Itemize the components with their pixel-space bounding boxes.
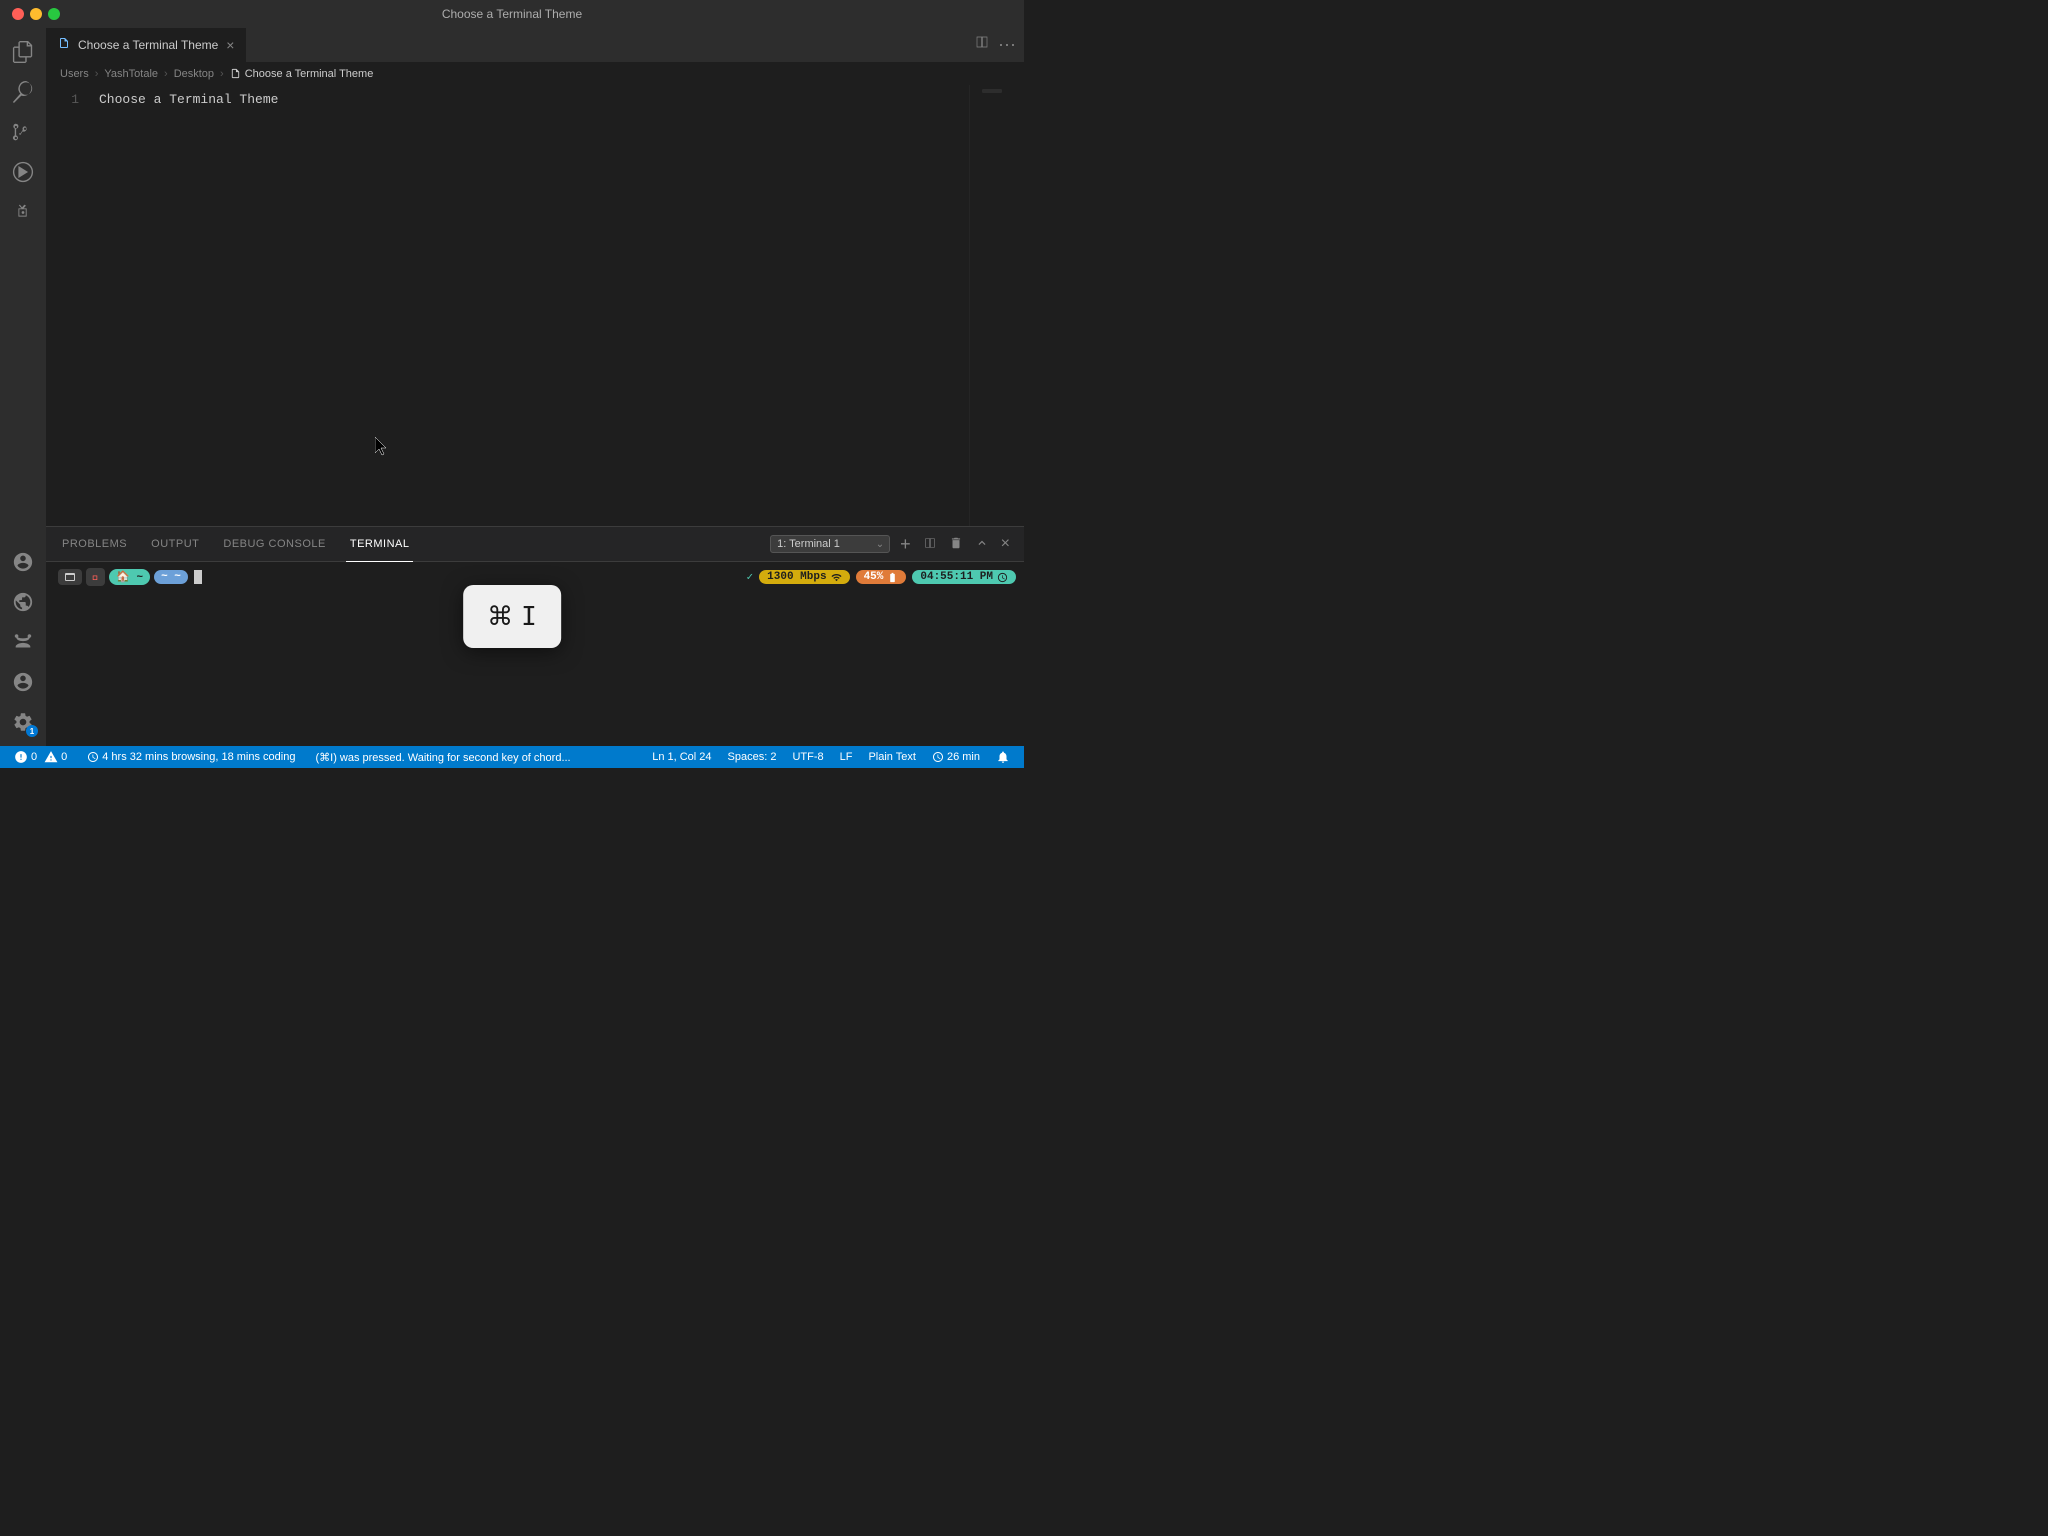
keyboard-shortcut-overlay: ⌘ I [463,585,561,648]
battery-badge: 45% [856,570,907,584]
terminal-prompt-line:  🏠 ~ ~ ~ ✓ [58,568,1012,586]
status-bar: 0 0 4 hrs 32 mins browsing, 18 mins codi… [0,746,1024,768]
sidebar-item-extensions[interactable] [5,194,41,230]
chord-message: (⌘I) was pressed. Waiting for second key… [311,746,574,768]
minimap [969,85,1014,526]
minimize-button[interactable] [30,8,42,20]
breadcrumb-sep-2: › [164,68,168,80]
breadcrumb: Users › YashTotale › Desktop › Choose a … [46,63,1024,85]
tab-output[interactable]: OUTPUT [147,527,203,562]
terminal-selector-wrapper: 1: Terminal 1 [770,535,890,553]
apple-prompt:  [86,568,105,586]
tab-label: Choose a Terminal Theme [78,38,218,52]
breadcrumb-users[interactable]: Users [60,68,89,80]
terminal-cursor [194,570,202,584]
kbd-letter: I [521,602,537,632]
sidebar-item-source-control[interactable] [5,114,41,150]
panel-collapse-button[interactable] [973,534,991,555]
panel-close-button[interactable]: × [999,533,1012,555]
tab-close-button[interactable]: × [226,38,234,52]
breadcrumb-desktop[interactable]: Desktop [174,68,214,80]
settings-icon[interactable]: 1 [5,704,41,740]
time-info[interactable]: 4 hrs 32 mins browsing, 18 mins coding [83,746,299,768]
breadcrumb-yashtotale[interactable]: YashTotale [104,68,158,80]
scrollbar[interactable] [1014,85,1024,526]
panel-tab-actions: 1: Terminal 1 + [770,532,1012,557]
sidebar-item-run[interactable] [5,154,41,190]
sidebar-item-explorer[interactable] [5,34,41,70]
account-icon[interactable] [5,664,41,700]
breadcrumb-sep-1: › [95,68,99,80]
tab-problems[interactable]: PROBLEMS [58,527,131,562]
line-numbers: 1 [46,85,91,526]
traffic-lights [12,8,60,20]
terminal-status-bar: ✓ 1300 Mbps 45% 04:55:11 PM [747,570,1016,584]
breadcrumb-sep-3: › [220,68,224,80]
tab-file-icon [58,37,70,52]
more-actions-icon[interactable]: ··· [998,34,1016,55]
settings-badge: 1 [26,725,38,737]
cmd-symbol: ⌘ [487,601,513,632]
spaces[interactable]: Spaces: 2 [724,746,781,768]
status-right: Ln 1, Col 24 Spaces: 2 UTF-8 LF Plain Te… [648,746,1014,768]
home-badge: 🏠 ~ [109,569,150,585]
window-title: Choose a Terminal Theme [442,7,582,21]
app-window: Choose a Terminal Theme [0,0,1024,768]
warning-number: 0 [61,751,67,763]
activity-bar-bottom: 1 [5,664,41,746]
sidebar-item-remote[interactable] [5,584,41,620]
terminal-check: ✓ [747,570,754,584]
tab-debug-console[interactable]: DEBUG CONSOLE [219,527,329,562]
add-terminal-button[interactable]: + [898,532,913,557]
status-left: 0 0 4 hrs 32 mins browsing, 18 mins codi… [10,746,575,768]
active-tab[interactable]: Choose a Terminal Theme × [46,27,247,62]
line-number-1: 1 [46,89,79,110]
terminal-icon-box [58,569,82,585]
tab-actions: ··· [974,27,1024,62]
editor-text[interactable]: Choose a Terminal Theme [91,85,969,526]
sidebar-item-bear[interactable] [5,624,41,660]
language-mode[interactable]: Plain Text [864,746,920,768]
close-button[interactable] [12,8,24,20]
error-number: 0 [31,751,37,763]
line-ending[interactable]: LF [836,746,857,768]
breadcrumb-current: Choose a Terminal Theme [230,68,374,80]
sidebar-item-gitlens[interactable] [5,544,41,580]
line-col[interactable]: Ln 1, Col 24 [648,746,715,768]
error-count[interactable]: 0 0 [10,746,71,768]
code-line-1: Choose a Terminal Theme [91,89,969,110]
activity-bar: 1 [0,28,46,746]
split-editor-icon[interactable] [974,34,990,55]
time-badge: 04:55:11 PM [912,570,1016,584]
maximize-button[interactable] [48,8,60,20]
timer[interactable]: 26 min [928,746,984,768]
title-bar: Choose a Terminal Theme [0,0,1024,28]
split-terminal-button[interactable] [921,534,939,555]
notifications[interactable] [992,746,1014,768]
sidebar-item-search[interactable] [5,74,41,110]
git-badge: ~ ~ [154,570,188,584]
browsing-time: 4 hrs 32 mins browsing, 18 mins coding [102,751,295,763]
terminal-selector[interactable]: 1: Terminal 1 [770,535,890,553]
panel-tabs: PROBLEMS OUTPUT DEBUG CONSOLE TERMINAL 1… [46,527,1024,562]
tab-terminal[interactable]: TERMINAL [346,527,414,562]
speed-badge: 1300 Mbps [759,570,849,584]
kill-terminal-button[interactable] [947,534,965,555]
tab-bar: Choose a Terminal Theme × ··· [46,28,1024,63]
editor-content: 1 Choose a Terminal Theme [46,85,1024,526]
encoding[interactable]: UTF-8 [788,746,827,768]
apple-icon:  [92,570,99,584]
